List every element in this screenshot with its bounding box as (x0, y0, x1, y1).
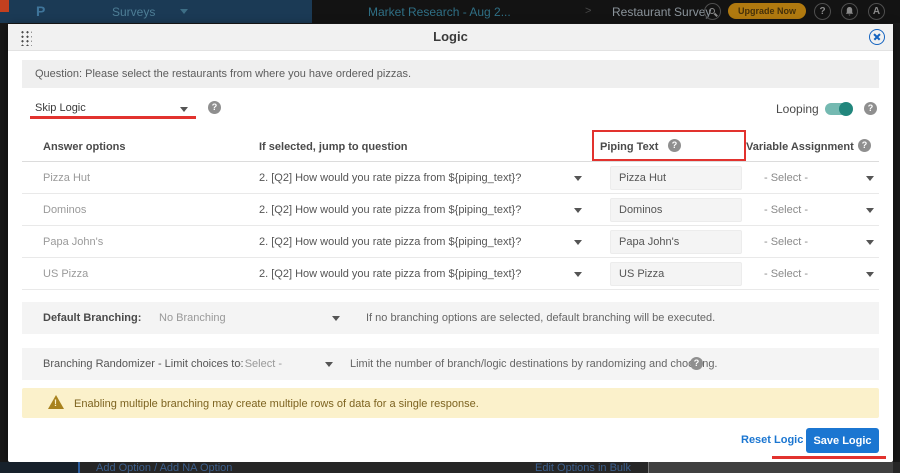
variable-assignment-value: - Select - (764, 204, 808, 216)
jump-question-dropdown[interactable]: 2. [Q2] How would you rate pizza from ${… (252, 162, 592, 194)
background-side-panel (0, 462, 78, 473)
chevron-down-icon (866, 208, 874, 213)
corner-accent (0, 0, 9, 12)
topbar-navy-section (0, 0, 312, 23)
branching-randomizer-bar: Branching Randomizer - Limit choices to:… (22, 348, 879, 380)
chevron-down-icon[interactable] (332, 316, 340, 321)
variable-assignment-dropdown[interactable]: - Select - (756, 162, 879, 194)
notifications-button[interactable] (841, 3, 858, 20)
account-avatar[interactable]: A (868, 3, 885, 20)
question-bar: Question: Please select the restaurants … (22, 60, 879, 88)
answer-option-label: Pizza Hut (43, 172, 90, 184)
jump-question-value: 2. [Q2] How would you rate pizza from ${… (259, 204, 589, 216)
default-branching-bar: Default Branching: No Branching If no br… (22, 302, 879, 334)
bell-icon (845, 7, 854, 16)
breadcrumb-survey[interactable]: Restaurant Survey (612, 5, 711, 19)
logic-row: Pizza Hut 2. [Q2] How would you rate piz… (22, 162, 879, 194)
chevron-down-icon[interactable] (325, 362, 333, 367)
reset-logic-link[interactable]: Reset Logic (741, 434, 803, 446)
logic-row: Papa John's 2. [Q2] How would you rate p… (22, 226, 879, 258)
variable-assignment-dropdown[interactable]: - Select - (756, 226, 879, 258)
logic-row: Dominos 2. [Q2] How would you rate pizza… (22, 194, 879, 226)
save-logic-button[interactable]: Save Logic (806, 428, 879, 453)
variable-assignment-value: - Select - (764, 236, 808, 248)
chevron-down-icon (574, 272, 582, 277)
jump-question-dropdown[interactable]: 2. [Q2] How would you rate pizza from ${… (252, 258, 592, 290)
help-icon[interactable] (858, 139, 871, 152)
jump-question-value: 2. [Q2] How would you rate pizza from ${… (259, 268, 589, 280)
chevron-down-icon (180, 9, 188, 14)
modal-title: Logic (8, 29, 893, 44)
breadcrumb-separator: > (585, 5, 591, 17)
upgrade-now-button[interactable]: Upgrade Now (728, 3, 806, 19)
jump-question-value: 2. [Q2] How would you rate pizza from ${… (259, 236, 589, 248)
chevron-down-icon (574, 240, 582, 245)
variable-assignment-dropdown[interactable]: - Select - (756, 194, 879, 226)
jump-question-dropdown[interactable]: 2. [Q2] How would you rate pizza from ${… (252, 194, 592, 226)
question-text: Question: Please select the restaurants … (35, 68, 411, 80)
help-button[interactable]: ? (814, 3, 831, 20)
background-right-panel (648, 462, 893, 473)
col-variable-assignment: Variable Assignment (746, 141, 854, 153)
edit-options-bulk-link[interactable]: Edit Options in Bulk (535, 462, 631, 473)
top-navigation-bar: P Surveys Market Research - Aug 2... > R… (0, 0, 900, 23)
add-option-link[interactable]: Add Option / Add NA Option (96, 462, 232, 473)
randomizer-dropdown[interactable]: - Select - (238, 358, 282, 370)
chevron-down-icon (866, 176, 874, 181)
app-logo[interactable]: P (36, 3, 45, 19)
chevron-down-icon[interactable] (180, 107, 188, 112)
warning-icon (48, 395, 64, 409)
warning-banner: Enabling multiple branching may create m… (22, 388, 879, 418)
modal-header: Logic (8, 24, 893, 51)
jump-question-value: 2. [Q2] How would you rate pizza from ${… (259, 172, 589, 184)
help-icon[interactable] (208, 101, 221, 114)
nav-surveys[interactable]: Surveys (112, 5, 155, 19)
col-answer-options: Answer options (43, 141, 126, 153)
randomizer-description: Limit the number of branch/logic destina… (350, 358, 718, 370)
default-branching-label: Default Branching: (43, 312, 141, 324)
screen: P Surveys Market Research - Aug 2... > R… (0, 0, 900, 473)
annotation-underline-save-logic (772, 456, 886, 459)
logic-type-dropdown[interactable]: Skip Logic (35, 102, 86, 114)
breadcrumb-project[interactable]: Market Research - Aug 2... (368, 5, 511, 19)
help-icon[interactable] (864, 102, 877, 115)
variable-assignment-value: - Select - (764, 172, 808, 184)
logic-row: US Pizza 2. [Q2] How would you rate pizz… (22, 258, 879, 290)
chevron-down-icon (866, 240, 874, 245)
close-button[interactable] (869, 29, 885, 45)
looping-label: Looping (776, 102, 819, 116)
piping-text-input[interactable] (610, 198, 742, 222)
chevron-down-icon (866, 272, 874, 277)
piping-text-input[interactable] (610, 262, 742, 286)
background-panel-border (78, 462, 80, 473)
table-header-row: Answer options If selected, jump to ques… (22, 132, 879, 162)
col-jump-question: If selected, jump to question (259, 141, 408, 153)
background-page-strip: Add Option / Add NA Option Edit Options … (0, 462, 900, 473)
annotation-box-piping-text (592, 130, 746, 161)
answer-option-label: Dominos (43, 204, 86, 216)
chevron-down-icon (574, 176, 582, 181)
default-branching-dropdown[interactable]: No Branching (159, 312, 226, 324)
logic-modal: Logic Question: Please select the restau… (8, 24, 893, 462)
piping-text-input[interactable] (610, 230, 742, 254)
jump-question-dropdown[interactable]: 2. [Q2] How would you rate pizza from ${… (252, 226, 592, 258)
piping-text-input[interactable] (610, 166, 742, 190)
annotation-underline-skip-logic (30, 116, 196, 119)
variable-assignment-value: - Select - (764, 268, 808, 280)
toggle-knob (839, 102, 853, 116)
search-button[interactable] (704, 3, 721, 20)
randomizer-label: Branching Randomizer - Limit choices to: (43, 358, 244, 370)
warning-text: Enabling multiple branching may create m… (74, 398, 479, 410)
variable-assignment-dropdown[interactable]: - Select - (756, 258, 879, 290)
answer-option-label: Papa John's (43, 236, 103, 248)
search-icon-handle (714, 13, 718, 17)
default-branching-description: If no branching options are selected, de… (366, 312, 715, 324)
help-icon[interactable] (690, 357, 703, 370)
answer-option-label: US Pizza (43, 268, 88, 280)
chevron-down-icon (574, 208, 582, 213)
looping-toggle[interactable] (825, 103, 852, 115)
